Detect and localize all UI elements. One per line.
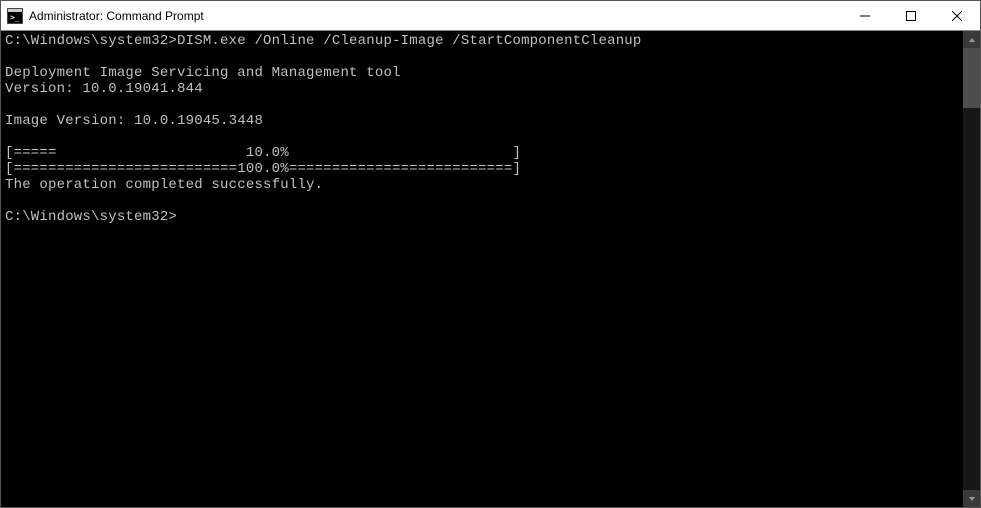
minimize-button[interactable] xyxy=(842,1,888,30)
tool-name: Deployment Image Servicing and Managemen… xyxy=(5,65,401,81)
titlebar[interactable]: >_ Administrator: Command Prompt xyxy=(1,1,980,31)
prompt-current: C:\Windows\system32> xyxy=(5,209,177,225)
progress-bar-1: [===== 10.0% ] xyxy=(5,145,521,161)
version-line: Version: 10.0.19041.844 xyxy=(5,81,203,97)
scroll-thumb[interactable] xyxy=(963,48,980,108)
scroll-up-button[interactable] xyxy=(963,31,980,48)
close-button[interactable] xyxy=(934,1,980,30)
scroll-down-button[interactable] xyxy=(963,490,980,507)
svg-text:>_: >_ xyxy=(10,13,20,22)
cmd-icon: >_ xyxy=(7,8,23,24)
console-area: C:\Windows\system32>DISM.exe /Online /Cl… xyxy=(1,31,980,507)
entered-command: DISM.exe /Online /Cleanup-Image /StartCo… xyxy=(177,33,641,49)
maximize-button[interactable] xyxy=(888,1,934,30)
command-prompt-window: >_ Administrator: Command Prompt C:\Wind… xyxy=(0,0,981,508)
scroll-track[interactable] xyxy=(963,48,980,490)
vertical-scrollbar[interactable] xyxy=(963,31,980,507)
completion-message: The operation completed successfully. xyxy=(5,177,323,193)
window-controls xyxy=(842,1,980,30)
console-output[interactable]: C:\Windows\system32>DISM.exe /Online /Cl… xyxy=(1,31,963,507)
prompt-path: C:\Windows\system32> xyxy=(5,33,177,49)
image-version-line: Image Version: 10.0.19045.3448 xyxy=(5,113,263,129)
progress-bar-2: [==========================100.0%=======… xyxy=(5,161,521,177)
window-title: Administrator: Command Prompt xyxy=(29,9,842,23)
